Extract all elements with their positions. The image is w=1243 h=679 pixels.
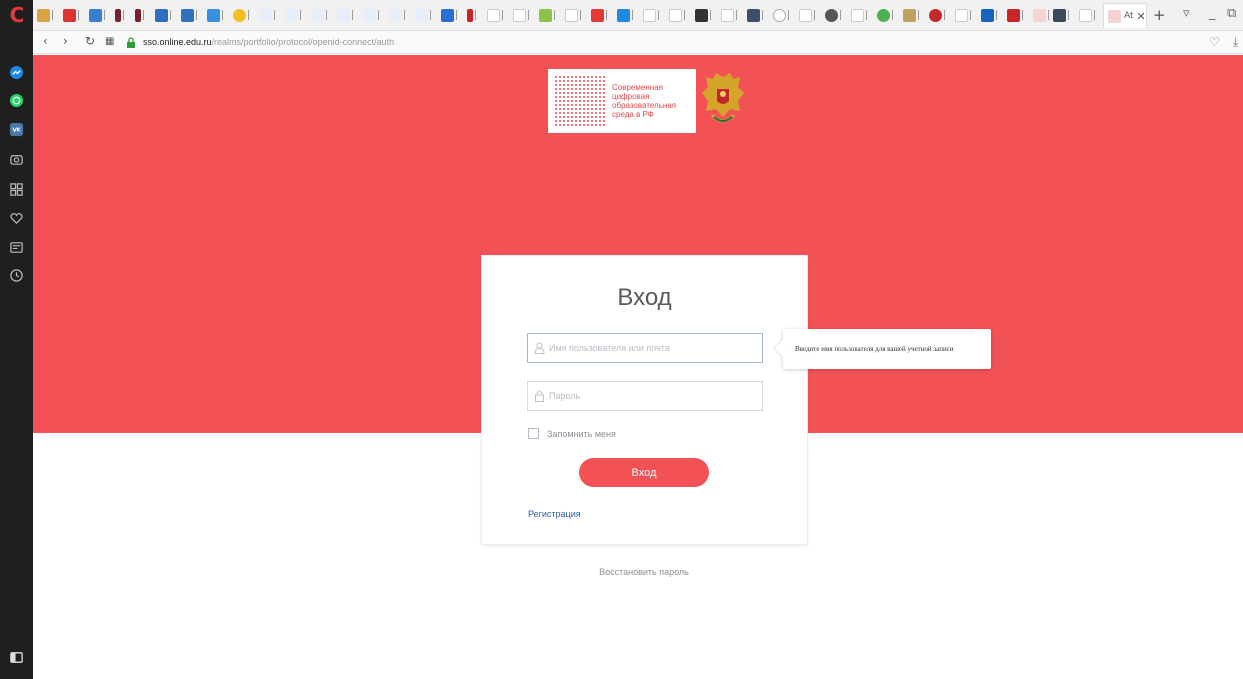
tab-6[interactable] (155, 7, 171, 23)
tab-15[interactable] (389, 7, 405, 23)
tab-12[interactable] (311, 7, 327, 23)
tab-21[interactable] (539, 7, 555, 23)
register-link[interactable]: Регистрация (528, 509, 581, 519)
tab-33[interactable] (851, 7, 867, 23)
username-tooltip: Введите имя пользователя для вашей учетн… (783, 329, 991, 369)
forward-icon[interactable]: › (63, 34, 68, 48)
messenger-icon[interactable] (9, 65, 24, 80)
tab-strip: At ✕ + ▿ _ ⧉ (33, 0, 1243, 31)
tab-35[interactable] (903, 7, 919, 23)
tab-14[interactable] (363, 7, 379, 23)
page-content: Современная цифровая образовательная сре… (33, 55, 1243, 679)
browser-logo-icon[interactable]: C (6, 4, 28, 26)
login-card: Вход Запомнить меня Вход Регистрация (481, 255, 808, 545)
tab-3[interactable] (89, 7, 105, 23)
tab-7[interactable] (181, 7, 197, 23)
forgot-password-link[interactable]: Восстановить пароль (33, 567, 1243, 577)
remember-checkbox[interactable] (528, 428, 539, 439)
restore-icon[interactable]: ⧉ (1227, 6, 1236, 21)
tab-32[interactable] (825, 7, 841, 23)
tab-5[interactable] (135, 7, 144, 23)
tab-menu-icon[interactable]: ▿ (1183, 6, 1190, 21)
tab-22[interactable] (565, 7, 581, 23)
brand-line-1: Современная (612, 83, 663, 92)
speed-dial-icon[interactable]: ▦ (105, 36, 114, 47)
active-tab-label: At (1124, 11, 1134, 21)
tab-34[interactable] (877, 7, 893, 23)
apps-grid-icon[interactable] (9, 182, 24, 197)
tooltip-text: Введите имя пользователя для вашей учетн… (795, 345, 954, 353)
panel-toggle-icon[interactable] (9, 650, 24, 665)
news-icon[interactable] (9, 240, 24, 255)
tab-16[interactable] (415, 7, 431, 23)
reload-icon[interactable]: ↻ (85, 34, 95, 48)
tab-41[interactable] (1053, 7, 1069, 23)
tab-42[interactable] (1079, 7, 1095, 23)
camera-icon[interactable] (9, 152, 24, 167)
tab-37[interactable] (955, 7, 971, 23)
tab-36[interactable] (929, 7, 945, 23)
remember-me[interactable]: Запомнить меня (528, 428, 616, 439)
heart-icon[interactable] (9, 211, 24, 226)
username-input[interactable] (549, 343, 749, 353)
tab-29[interactable] (747, 7, 763, 23)
tab-40[interactable] (1033, 7, 1049, 23)
bookmark-heart-icon[interactable]: ♡ (1209, 35, 1220, 49)
tab-30[interactable] (773, 7, 789, 23)
whatsapp-icon[interactable] (9, 93, 24, 108)
tab-25[interactable] (643, 7, 659, 23)
tab-27[interactable] (695, 7, 711, 23)
history-icon[interactable] (9, 268, 24, 283)
tab-13[interactable] (337, 7, 353, 23)
tab-4[interactable] (115, 7, 124, 23)
active-tab[interactable]: At ✕ (1103, 3, 1147, 28)
tab-10[interactable] (259, 7, 275, 23)
url-path: /realms/portfolio/protocol/openid-connec… (211, 37, 395, 47)
brand-dots-icon (554, 75, 606, 127)
tab-23[interactable] (591, 7, 607, 23)
url-host: sso.online.edu.ru (143, 37, 212, 47)
tab-20[interactable] (513, 7, 529, 23)
download-icon[interactable]: ⤓ (1233, 35, 1238, 50)
coat-of-arms-icon (702, 73, 744, 123)
close-tab-icon[interactable]: ✕ (1137, 10, 1146, 23)
brand-line-2: цифровая (612, 92, 650, 101)
address-bar: ‹ › ↻ ▦ sso.online.edu.ru/realms/portfol… (33, 31, 1243, 54)
tab-2[interactable] (63, 7, 79, 23)
remember-label: Запомнить меня (547, 428, 616, 439)
tab-24[interactable] (617, 7, 633, 23)
new-tab-button[interactable]: + (1153, 6, 1166, 24)
brand-logo[interactable]: Современная цифровая образовательная сре… (548, 69, 696, 133)
lock-field-icon (535, 390, 544, 402)
password-input[interactable] (549, 391, 749, 401)
tab-8[interactable] (207, 7, 223, 23)
password-field[interactable] (527, 381, 763, 411)
username-field[interactable] (527, 333, 763, 363)
tab-11[interactable] (285, 7, 301, 23)
lock-icon (127, 37, 135, 48)
tab-39[interactable] (1007, 7, 1023, 23)
tab-18[interactable] (467, 7, 476, 23)
tab-1[interactable] (37, 7, 53, 23)
brand-line-4: среда в РФ (612, 110, 654, 119)
tab-19[interactable] (487, 7, 503, 23)
vk-icon[interactable] (9, 122, 24, 137)
back-icon[interactable]: ‹ (43, 34, 48, 48)
browser-sidebar: C (0, 0, 33, 679)
url-field[interactable]: sso.online.edu.ru/realms/portfolio/proto… (143, 37, 394, 47)
tab-favicon-icon (1108, 9, 1121, 23)
minimize-icon[interactable]: _ (1209, 6, 1216, 21)
login-button[interactable]: Вход (579, 458, 709, 487)
page-title: Вход (617, 284, 672, 311)
tab-38[interactable] (981, 7, 997, 23)
tab-17[interactable] (441, 7, 457, 23)
brand-text: Современная цифровая образовательная сре… (612, 83, 676, 119)
tab-26[interactable] (669, 7, 685, 23)
tab-28[interactable] (721, 7, 737, 23)
tab-9[interactable] (233, 7, 249, 23)
user-icon (534, 342, 545, 354)
tab-31[interactable] (799, 7, 815, 23)
brand-line-3: образовательная (612, 101, 677, 110)
